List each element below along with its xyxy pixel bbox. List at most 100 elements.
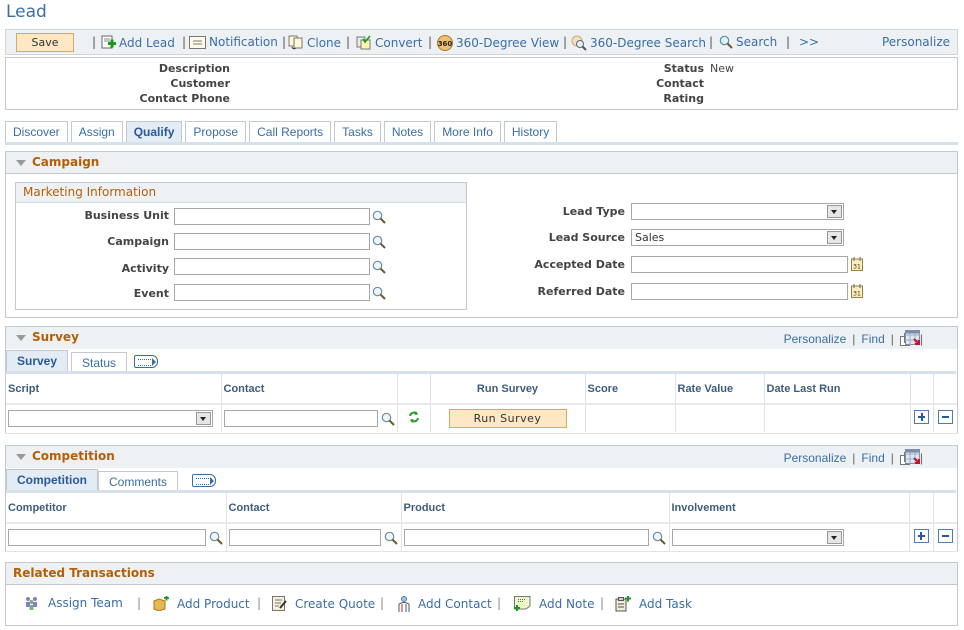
add-product-icon [153, 596, 169, 611]
save-button[interactable]: Save [16, 33, 74, 52]
product-input[interactable] [403, 529, 649, 546]
add-lead-link[interactable]: Add Lead [101, 35, 175, 50]
download-excel-icon[interactable] [905, 330, 921, 346]
activity-lookup-icon[interactable] [372, 260, 386, 274]
chevron-down-icon[interactable] [827, 231, 842, 244]
convert-link[interactable]: Convert [356, 35, 422, 50]
column-header-product[interactable]: Product [401, 493, 670, 524]
referred-date-input[interactable] [631, 283, 848, 300]
tab-notes[interactable]: Notes [383, 121, 432, 143]
tab-call-reports[interactable]: Call Reports [249, 121, 332, 143]
column-header-rate-value[interactable]: Rate Value [675, 374, 765, 405]
assign-team-label: Assign Team [48, 596, 123, 610]
event-input[interactable] [174, 284, 370, 301]
date-last-run-cell [764, 404, 911, 432]
column-header-script[interactable]: Script [6, 374, 222, 405]
run-survey-button[interactable]: Run Survey [448, 409, 567, 428]
add-row-button[interactable] [913, 529, 929, 543]
more-actions-link[interactable]: >> [799, 35, 819, 49]
involvement-select[interactable] [671, 529, 844, 546]
column-header-run-survey[interactable]: Run Survey [430, 374, 586, 405]
competition-grid: Competitor Contact Product Involvement [6, 493, 957, 551]
survey-find-link[interactable]: Find [861, 332, 884, 346]
delete-row-button[interactable] [937, 410, 953, 424]
column-header-involvement[interactable]: Involvement [669, 493, 910, 524]
tab-more-info[interactable]: More Info [434, 121, 501, 143]
survey-header[interactable]: Survey Personalize | Find | | [6, 327, 957, 349]
business-unit-input[interactable] [174, 208, 370, 225]
lead-source-select[interactable]: Sales [631, 229, 844, 246]
customer-label: Customer [170, 77, 230, 90]
subtab-competition[interactable]: Competition [6, 469, 98, 491]
tab-history[interactable]: History [503, 121, 558, 143]
360-view-icon: 360 [437, 35, 453, 51]
campaign-header[interactable]: Campaign [6, 152, 957, 174]
add-task-link[interactable]: Add Task [615, 596, 692, 612]
survey-contact-input[interactable] [223, 410, 378, 427]
column-header-date-last-run[interactable]: Date Last Run [764, 374, 911, 405]
toolbar-personalize-link[interactable]: Personalize [882, 35, 950, 49]
survey-personalize-link[interactable]: Personalize [784, 332, 847, 346]
contact-lookup-icon[interactable] [384, 531, 398, 545]
campaign-input[interactable] [174, 233, 370, 250]
score-cell [585, 404, 676, 432]
search-link[interactable]: Search [719, 35, 777, 49]
download-excel-icon[interactable] [905, 449, 921, 465]
tab-tasks[interactable]: Tasks [334, 121, 381, 143]
column-header-competitor[interactable]: Competitor [6, 493, 227, 524]
add-row-button[interactable] [914, 410, 929, 424]
product-lookup-icon[interactable] [652, 531, 666, 545]
create-quote-link[interactable]: Create Quote [272, 596, 375, 611]
tab-discover[interactable]: Discover [5, 121, 68, 143]
tab-propose[interactable]: Propose [185, 121, 247, 143]
calendar-icon[interactable]: 31 [851, 257, 863, 271]
collapse-icon[interactable] [16, 454, 26, 460]
collapse-icon[interactable] [16, 335, 26, 341]
add-note-link[interactable]: Add Note [514, 596, 594, 612]
subtab-survey[interactable]: Survey [6, 350, 69, 372]
competition-personalize-link[interactable]: Personalize [784, 451, 847, 465]
competition-section: Competition Personalize | Find | | Compe… [5, 445, 958, 552]
lead-type-select[interactable] [631, 203, 844, 220]
add-product-link[interactable]: Add Product [153, 596, 250, 611]
related-transactions-section: Related Transactions [5, 562, 958, 626]
separator: | [709, 35, 714, 49]
clone-link[interactable]: Clone [288, 35, 341, 50]
delete-row-button[interactable] [937, 529, 953, 543]
subtab-status[interactable]: Status [71, 352, 128, 372]
page-tabs: Discover Assign Qualify Propose Call Rep… [5, 121, 558, 143]
chevron-down-icon[interactable] [827, 205, 842, 218]
business-unit-lookup-icon[interactable] [372, 210, 386, 224]
chevron-down-icon[interactable] [826, 531, 842, 544]
event-lookup-icon[interactable] [372, 286, 386, 300]
show-all-columns-icon[interactable] [134, 355, 158, 368]
competition-contact-input[interactable] [228, 529, 381, 546]
accepted-date-input[interactable] [631, 256, 848, 273]
column-header-score[interactable]: Score [585, 374, 676, 405]
activity-input[interactable] [174, 258, 370, 275]
tab-qualify[interactable]: Qualify [125, 121, 183, 143]
notification-link[interactable]: Notification [189, 35, 278, 49]
subtab-comments[interactable]: Comments [98, 471, 179, 491]
competitor-input[interactable] [8, 529, 206, 546]
column-header-contact[interactable]: Contact [221, 374, 398, 405]
refresh-icon[interactable] [407, 410, 421, 424]
360-view-link[interactable]: 360 360-Degree View [437, 35, 559, 51]
tab-assign[interactable]: Assign [70, 121, 123, 143]
competition-header[interactable]: Competition Personalize | Find | | [6, 446, 957, 468]
competitor-lookup-icon[interactable] [209, 531, 223, 545]
add-task-icon [615, 596, 631, 612]
360-search-link[interactable]: 360-Degree Search [571, 35, 706, 51]
calendar-icon[interactable]: 31 [851, 284, 863, 298]
separator: | [282, 35, 287, 49]
add-contact-link[interactable]: Add Contact [398, 596, 492, 612]
script-select[interactable] [8, 410, 213, 427]
assign-team-link[interactable]: Assign Team [24, 596, 123, 610]
competition-find-link[interactable]: Find [861, 451, 884, 465]
column-header-contact[interactable]: Contact [226, 493, 402, 524]
show-all-columns-icon[interactable] [192, 474, 216, 487]
campaign-lookup-icon[interactable] [372, 235, 386, 249]
contact-lookup-icon[interactable] [381, 412, 395, 426]
chevron-down-icon[interactable] [196, 412, 211, 425]
collapse-icon[interactable] [16, 160, 26, 166]
